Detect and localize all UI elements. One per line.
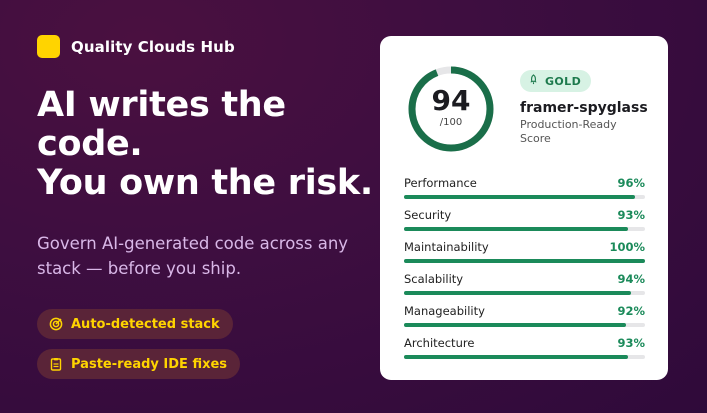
feature-pill-label: Auto-detected stack [71,316,220,332]
metric-maintainability: Maintainability 100% [404,240,645,272]
metric-name: Performance [404,176,477,190]
hero-line-3: You own the risk. [37,163,373,203]
metric-track [404,355,645,359]
metric-track [404,291,645,295]
hero-subtitle: Govern AI-generated code across any stac… [37,234,349,278]
metric-fill [404,291,631,295]
metric-value: 94% [617,272,645,286]
rocket-icon [528,74,539,88]
score-gauge: 94 /100 [406,64,496,154]
metric-track [404,259,645,263]
clipboard-icon [49,357,63,371]
metric-fill [404,195,636,199]
metric-manageability: Manageability 92% [404,304,645,336]
metric-fill [404,355,629,359]
feature-pill-label: Paste-ready IDE fixes [71,356,228,372]
metric-value: 93% [617,336,645,350]
tier-badge-label: GOLD [545,74,582,88]
score-card: 94 /100 GOLD framer-spyglass Production-… [380,36,668,380]
score-max: /100 [439,117,463,128]
metric-name: Manageability [404,304,485,318]
metric-fill [404,227,629,231]
metric-fill [404,323,626,327]
project-name: framer-spyglass [520,100,648,116]
feature-pill-paste-ready-ide-fixes: Paste-ready IDE fixes [37,349,241,379]
metric-name: Maintainability [404,240,489,254]
score-label: Production-Ready Score [520,118,617,145]
metric-track [404,227,645,231]
metric-value: 93% [617,208,645,222]
metric-track [404,323,645,327]
hero-line-1: AI writes the [37,85,286,125]
metric-scalability: Scalability 94% [404,272,645,304]
metric-value: 92% [617,304,645,318]
hero-headline: AI writes the code. You own the risk. [37,85,373,203]
metrics-list: Performance 96% Security 93% Maintainabi… [404,176,645,368]
metric-architecture: Architecture 93% [404,336,645,368]
radar-icon [49,317,63,331]
metric-name: Security [404,208,452,222]
feature-pill-auto-detected-stack: Auto-detected stack [37,309,233,339]
hero-line-2: code. [37,124,143,164]
metric-name: Scalability [404,272,464,286]
metric-value: 96% [617,176,645,190]
brand: Quality Clouds Hub [37,35,235,58]
metric-value: 100% [609,240,645,254]
metric-name: Architecture [404,336,475,350]
brand-logo [37,35,60,58]
brand-name: Quality Clouds Hub [71,37,235,56]
score-value: 94 [431,84,471,117]
metric-security: Security 93% [404,208,645,240]
metric-performance: Performance 96% [404,176,645,208]
metric-fill [404,259,645,263]
metric-track [404,195,645,199]
tier-badge: GOLD [520,70,592,92]
